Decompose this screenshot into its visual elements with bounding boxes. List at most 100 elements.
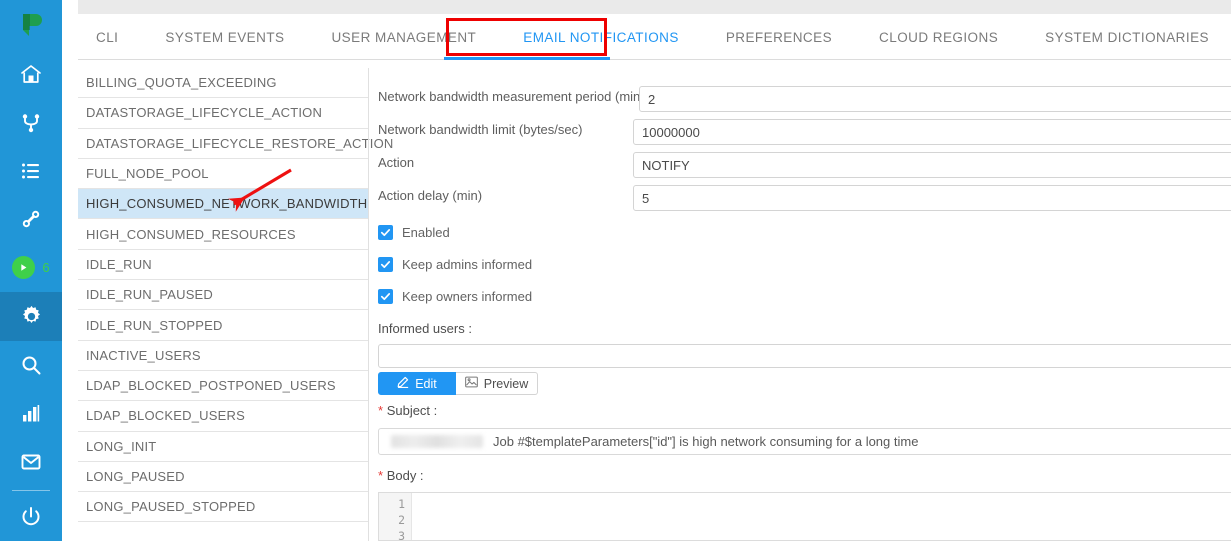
- tab-label: EMAIL NOTIFICATIONS: [523, 29, 679, 45]
- tab-label: CLOUD REGIONS: [879, 29, 999, 45]
- list-item[interactable]: INACTIVE_USERS: [78, 341, 368, 371]
- notification-type-list[interactable]: BILLING_QUOTA_EXCEEDING DATASTORAGE_LIFE…: [78, 68, 393, 541]
- list-icon[interactable]: [0, 147, 62, 195]
- list-item-label: LDAP_BLOCKED_USERS: [86, 408, 245, 424]
- list-item[interactable]: LONG_PAUSED: [78, 462, 368, 493]
- tab-cli[interactable]: CLI: [96, 14, 118, 60]
- gear-icon: [22, 305, 40, 323]
- list-item-label: INACTIVE_USERS: [86, 347, 201, 363]
- list-item-label: IDLE_RUN_STOPPED: [86, 317, 223, 333]
- play-icon: [12, 256, 36, 280]
- tab-label: PREFERENCES: [725, 29, 833, 45]
- preview-button[interactable]: Preview: [456, 372, 538, 395]
- list-item[interactable]: LDAP_BLOCKED_USERS: [78, 401, 368, 432]
- list-item[interactable]: LONG_INIT: [78, 432, 368, 462]
- tab-label: SYSTEM DICTIONARIES: [1045, 29, 1209, 45]
- body-code-editor[interactable]: 1 2 3 <!DOCTYPE html PUBLIC "-//W3C//DTD…: [378, 492, 1231, 541]
- power-icon[interactable]: [0, 493, 62, 541]
- list-item[interactable]: IDLE_RUN: [78, 250, 368, 281]
- list-item-selected[interactable]: HIGH_CONSUMED_NETWORK_BANDWIDTH: [78, 189, 368, 220]
- subject-input[interactable]: Job #$templateParameters["id"] is high n…: [378, 428, 1231, 455]
- check-icon: [378, 225, 393, 240]
- subject-label-text: Subject :: [386, 403, 438, 418]
- search-icon[interactable]: [0, 341, 62, 389]
- edit-button-label: Edit: [415, 376, 437, 391]
- left-icon-rail: 6: [0, 0, 62, 541]
- list-item[interactable]: IDLE_RUN_STOPPED: [78, 310, 368, 341]
- home-icon[interactable]: [0, 50, 62, 98]
- bandwidth-limit-input[interactable]: 10000000: [633, 119, 1231, 145]
- line-number: 3: [398, 529, 405, 541]
- tab-cloud-regions[interactable]: CLOUD REGIONS: [879, 14, 998, 60]
- sidebar-item-settings[interactable]: [0, 292, 62, 341]
- list-item-label: IDLE_RUN_PAUSED: [86, 287, 214, 303]
- field-label: Network bandwidth limit (bytes/sec): [378, 122, 583, 137]
- list-item-label: FULL_NODE_POOL: [86, 166, 209, 182]
- field-label: Action: [378, 155, 415, 170]
- checkbox-label: Enabled: [402, 225, 450, 240]
- list-item-label: LONG_PAUSED_STOPPED: [86, 499, 256, 515]
- checkbox-keep-admins-informed[interactable]: Keep admins informed: [378, 257, 532, 272]
- pipeline-logo-icon: [0, 8, 62, 42]
- checkbox-enabled[interactable]: Enabled: [378, 225, 450, 240]
- tab-label: CLI: [96, 29, 119, 45]
- checkbox-keep-owners-informed[interactable]: Keep owners informed: [378, 289, 532, 304]
- check-icon: [378, 257, 393, 272]
- branch-icon[interactable]: [0, 98, 62, 146]
- run-count-label: 6: [42, 260, 50, 276]
- field-label: Network bandwidth measurement period (mi…: [378, 89, 645, 104]
- line-number: 2: [398, 513, 405, 527]
- panel-divider: [368, 68, 369, 541]
- list-item-label: IDLE_RUN: [86, 256, 152, 272]
- list-item[interactable]: DATASTORAGE_LIFECYCLE_ACTION: [78, 98, 368, 129]
- list-item-label: DATASTORAGE_LIFECYCLE_ACTION: [86, 105, 323, 121]
- line-number: 1: [398, 497, 405, 511]
- list-item[interactable]: IDLE_RUN_PAUSED: [78, 280, 368, 311]
- top-strip-notch: [62, 0, 78, 14]
- list-item-label: LDAP_BLOCKED_POSTPONED_USERS: [86, 378, 336, 394]
- list-item-label: HIGH_CONSUMED_NETWORK_BANDWIDTH: [86, 196, 368, 212]
- code-content[interactable]: <!DOCTYPE html PUBLIC "-//W3C//DTD XHTML…: [417, 493, 1231, 540]
- wrench-icon[interactable]: [0, 195, 62, 243]
- measurement-period-input[interactable]: 2: [639, 86, 1231, 112]
- list-item[interactable]: BILLING_QUOTA_EXCEEDING: [78, 68, 368, 99]
- list-item[interactable]: LDAP_BLOCKED_POSTPONED_USERS: [78, 371, 368, 402]
- list-item-label: BILLING_QUOTA_EXCEEDING: [86, 75, 277, 91]
- list-item[interactable]: LONG_PAUSED_STOPPED: [78, 492, 368, 523]
- tab-user-management[interactable]: USER MANAGEMENT: [331, 14, 476, 60]
- runs-indicator[interactable]: 6: [0, 244, 62, 292]
- list-item[interactable]: DATASTORAGE_LIFECYCLE_RESTORE_ACTION: [78, 129, 393, 159]
- edit-button[interactable]: Edit: [378, 372, 456, 395]
- list-item-label: HIGH_CONSUMED_RESOURCES: [86, 226, 296, 242]
- tab-bar-divider: [78, 59, 1231, 60]
- tab-label: USER MANAGEMENT: [331, 29, 477, 45]
- list-item-label: LONG_PAUSED: [86, 469, 185, 484]
- checkbox-label: Keep admins informed: [402, 257, 533, 272]
- informed-users-input[interactable]: [378, 344, 1231, 368]
- field-label: Action delay (min): [378, 188, 483, 203]
- required-marker: *: [378, 468, 384, 483]
- required-marker: *: [378, 403, 384, 418]
- active-tab-underline: [444, 57, 610, 60]
- check-icon: [378, 289, 393, 304]
- body-label-text: Body :: [386, 468, 424, 483]
- tab-email-notifications[interactable]: EMAIL NOTIFICATIONS: [523, 14, 679, 60]
- rail-divider: [12, 489, 50, 491]
- image-icon: [464, 376, 478, 391]
- action-input[interactable]: NOTIFY: [633, 152, 1231, 178]
- checkbox-label: Keep owners informed: [402, 289, 533, 304]
- chart-icon[interactable]: [0, 389, 62, 437]
- list-item[interactable]: HIGH_CONSUMED_RESOURCES: [78, 219, 368, 250]
- tab-system-events[interactable]: SYSTEM EVENTS: [165, 14, 284, 60]
- list-item[interactable]: FULL_NODE_POOL: [78, 159, 368, 190]
- mail-icon[interactable]: [0, 437, 62, 485]
- action-delay-input[interactable]: 5: [633, 185, 1231, 211]
- body-label: * Body :: [378, 468, 424, 483]
- tab-preferences[interactable]: PREFERENCES: [726, 14, 832, 60]
- top-strip: [62, 0, 1231, 14]
- tab-system-dictionaries[interactable]: SYSTEM DICTIONARIES: [1045, 14, 1209, 60]
- list-item-label: LONG_INIT: [86, 438, 157, 454]
- subject-label: * Subject :: [378, 403, 437, 418]
- tab-bar: CLI SYSTEM EVENTS USER MANAGEMENT EMAIL …: [78, 14, 1231, 60]
- list-item-label: DATASTORAGE_LIFECYCLE_RESTORE_ACTION: [86, 135, 394, 151]
